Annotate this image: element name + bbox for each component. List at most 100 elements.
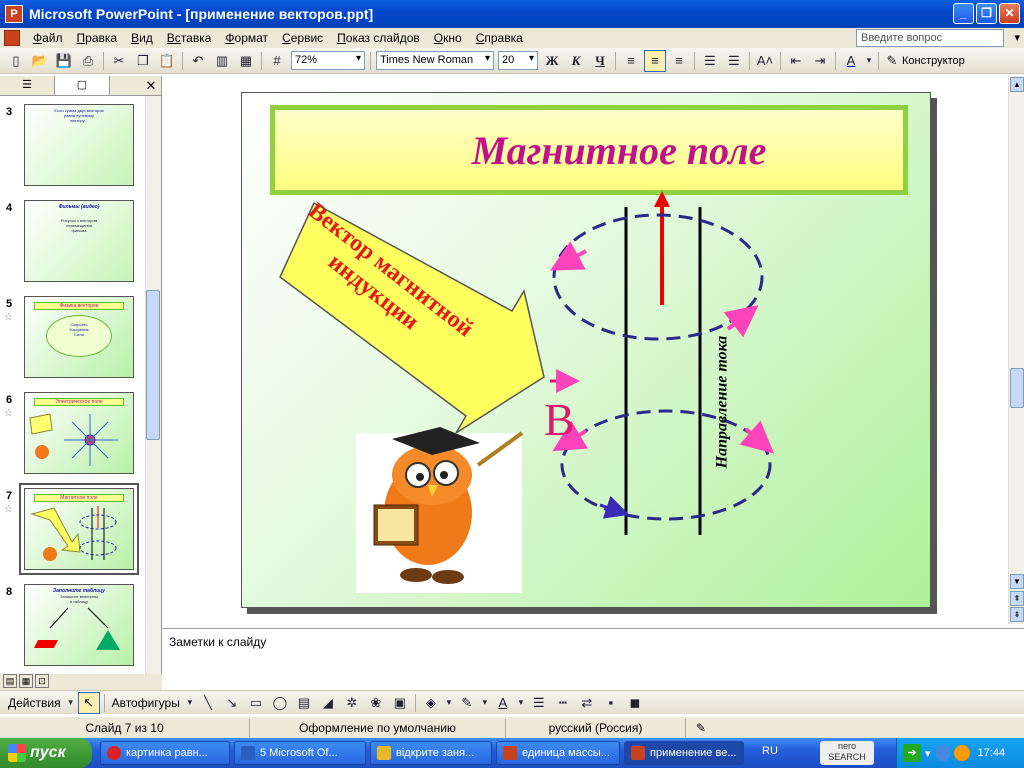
arrow-style-icon[interactable]: ⇄ xyxy=(576,692,598,714)
new-icon[interactable]: ▯ xyxy=(5,50,27,72)
slide-canvas[interactable]: Магнитное поле Вектор магнитной индукции… xyxy=(241,92,931,608)
numbering-icon[interactable]: ☰ xyxy=(699,50,721,72)
sorter-view-icon[interactable]: ▦ xyxy=(19,674,33,688)
decrease-indent-icon[interactable]: ⇤ xyxy=(785,50,807,72)
bullets-icon[interactable]: ☰ xyxy=(723,50,745,72)
menu-edit[interactable]: Правка xyxy=(70,28,125,48)
menu-tools[interactable]: Сервис xyxy=(275,28,330,48)
normal-view-icon[interactable]: ▤ xyxy=(3,674,17,688)
grid-icon[interactable]: # xyxy=(266,50,288,72)
undo-icon[interactable]: ↶ xyxy=(187,50,209,72)
slide-thumbnail[interactable]: Если сумма двух векторов равна нулевому … xyxy=(24,104,134,186)
dash-style-icon[interactable]: ┅ xyxy=(552,692,574,714)
line-style-icon[interactable]: ☰ xyxy=(528,692,550,714)
slide-thumbnail[interactable]: Заполните таблицу Запишите величины в та… xyxy=(24,584,134,666)
fill-color-icon[interactable]: ◈ xyxy=(420,692,442,714)
table-icon[interactable]: ▦ xyxy=(235,50,257,72)
autoshapes-dropdown[interactable]: ▾ xyxy=(185,692,195,714)
save-icon[interactable]: 💾 xyxy=(53,50,75,72)
fill-color-dropdown[interactable]: ▾ xyxy=(444,692,454,714)
font-color-dropdown[interactable]: ▾ xyxy=(864,50,874,72)
line-color-icon[interactable]: ✎ xyxy=(456,692,478,714)
diagram-icon[interactable]: ✲ xyxy=(341,692,363,714)
line-icon[interactable]: ╲ xyxy=(197,692,219,714)
open-icon[interactable]: 📂 xyxy=(29,50,51,72)
chart-icon[interactable]: ▥ xyxy=(211,50,233,72)
slide-thumbnail[interactable]: Фильмы (видео) Рисунок с вектором переме… xyxy=(24,200,134,282)
current-direction-label[interactable]: Направление тока xyxy=(713,336,731,469)
increase-indent-icon[interactable]: ⇥ xyxy=(809,50,831,72)
tray-back-icon[interactable] xyxy=(934,745,951,761)
panel-close-icon[interactable]: ✕ xyxy=(141,76,161,95)
actions-menu[interactable]: Действия xyxy=(8,696,61,710)
oval-icon[interactable]: ◯ xyxy=(269,692,291,714)
font-size-select[interactable]: 20 xyxy=(498,51,538,70)
paste-icon[interactable]: 📋 xyxy=(156,50,178,72)
slide-scrollbar[interactable]: ▲ ▼ ⇞ ⇟ xyxy=(1008,76,1024,624)
menu-window[interactable]: Окно xyxy=(427,28,469,48)
slide-scroll-thumb[interactable] xyxy=(1010,368,1024,408)
task-button[interactable]: відкрите заня... xyxy=(370,741,492,765)
document-icon[interactable] xyxy=(4,30,20,46)
vector-B-label[interactable]: B xyxy=(544,393,575,446)
maximize-button[interactable]: ❐ xyxy=(976,3,997,24)
close-button[interactable]: ✕ xyxy=(999,3,1020,24)
panel-scrollbar[interactable] xyxy=(145,96,161,674)
shadow-icon[interactable]: ▪ xyxy=(600,692,622,714)
menu-file[interactable]: Файл xyxy=(26,28,70,48)
increase-font-icon[interactable]: A˄ xyxy=(754,50,776,72)
font-select[interactable]: Times New Roman xyxy=(376,51,494,70)
menu-insert[interactable]: Вставка xyxy=(160,28,219,48)
panel-scroll-thumb[interactable] xyxy=(146,290,160,440)
copy-icon[interactable]: ❐ xyxy=(132,50,154,72)
underline-button[interactable]: Ч xyxy=(589,50,611,72)
notes-pane[interactable]: Заметки к слайду xyxy=(163,628,1024,676)
slide-thumbnail[interactable]: Электрическое поле xyxy=(24,392,134,474)
task-button[interactable]: 5 Microsoft Of... xyxy=(234,741,366,765)
align-center-icon[interactable]: ≡ xyxy=(644,49,666,72)
italic-button[interactable]: К xyxy=(565,50,587,72)
task-button[interactable]: единица массы... xyxy=(496,741,620,765)
nero-search-button[interactable]: nero SEARCH xyxy=(820,741,874,765)
next-slide-icon[interactable]: ⇟ xyxy=(1010,607,1024,622)
designer-button[interactable]: Конструктор xyxy=(902,55,965,67)
zoom-select[interactable]: 72% xyxy=(291,51,365,70)
tab-outline[interactable]: ☰ xyxy=(0,76,55,95)
input-language[interactable]: RU xyxy=(762,745,778,757)
text-color-icon[interactable]: A xyxy=(492,692,514,714)
line-color-dropdown[interactable]: ▾ xyxy=(480,692,490,714)
menu-help[interactable]: Справка xyxy=(469,28,530,48)
slideshow-view-icon[interactable]: ⊡ xyxy=(35,674,49,688)
align-right-icon[interactable]: ≡ xyxy=(668,50,690,72)
picture-icon[interactable]: ▣ xyxy=(389,692,411,714)
tray-app-icon[interactable] xyxy=(953,745,970,761)
previous-slide-icon[interactable]: ⇞ xyxy=(1010,591,1024,606)
minimize-button[interactable]: _ xyxy=(953,3,974,24)
wordart-icon[interactable]: ◢ xyxy=(317,692,339,714)
arrow-icon[interactable]: ↘ xyxy=(221,692,243,714)
font-color-icon[interactable]: A xyxy=(840,50,862,72)
task-button-active[interactable]: применение ве... xyxy=(624,741,744,765)
scroll-down-icon[interactable]: ▼ xyxy=(1010,574,1024,589)
tray-dropdown-icon[interactable]: ▾ xyxy=(925,747,931,760)
menu-slideshow[interactable]: Показ слайдов xyxy=(330,28,427,48)
clipart-icon[interactable]: ❀ xyxy=(365,692,387,714)
menu-view[interactable]: Вид xyxy=(124,28,160,48)
powerpoint-app-icon[interactable]: P xyxy=(5,5,23,23)
textbox-icon[interactable]: ▤ xyxy=(293,692,315,714)
slide-thumbnail[interactable]: Физика векторов Скорость Ускорение Сила xyxy=(24,296,134,378)
tab-slides[interactable]: ▢ xyxy=(55,76,110,95)
actions-dropdown[interactable]: ▾ xyxy=(66,692,76,714)
select-pointer-icon[interactable]: ↖ xyxy=(77,691,100,714)
cut-icon[interactable]: ✂ xyxy=(108,50,130,72)
autoshapes-menu[interactable]: Автофигуры xyxy=(112,696,180,710)
align-left-icon[interactable]: ≡ xyxy=(620,50,642,72)
green-arrow-icon[interactable]: ➜ xyxy=(903,744,921,762)
bold-button[interactable]: Ж xyxy=(541,50,563,72)
help-search-input[interactable]: Введите вопрос xyxy=(856,29,1004,47)
menu-format[interactable]: Формат xyxy=(218,28,275,48)
text-color-dropdown[interactable]: ▾ xyxy=(516,692,526,714)
rectangle-icon[interactable]: ▭ xyxy=(245,692,267,714)
task-button[interactable]: картинка равн... xyxy=(100,741,230,765)
start-button[interactable]: пуск xyxy=(0,738,92,768)
